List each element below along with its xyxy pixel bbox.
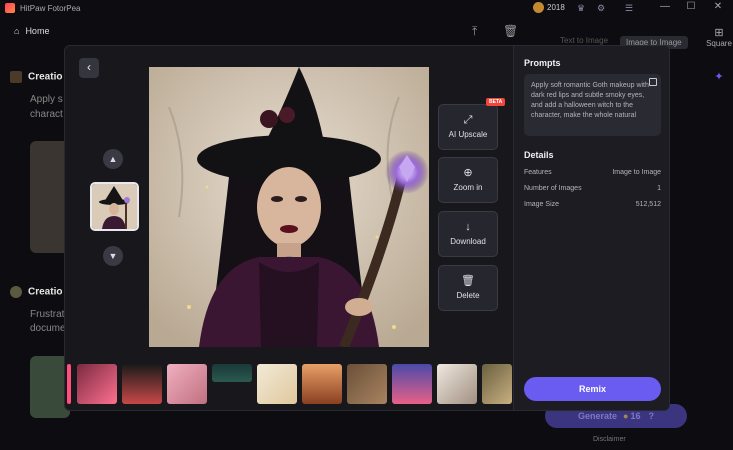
trash-icon: 🗑 (461, 275, 475, 287)
beta-badge: BETA (486, 98, 506, 106)
chevron-down-icon: ▼ (108, 251, 118, 261)
bg-card-title-2: Creatio (10, 286, 70, 298)
bg-card-sub-1: Apply s (30, 94, 63, 105)
upload-icon[interactable]: ⤒ (472, 24, 477, 39)
home-icon: ⌂ (14, 26, 20, 36)
close-icon[interactable]: ✕ (711, 1, 725, 12)
download-label: Download (450, 237, 486, 246)
thumbnail-strip[interactable] (65, 362, 513, 406)
next-image-button[interactable]: ▼ (103, 246, 123, 266)
expand-icon: ⤢ (463, 114, 473, 126)
witch-portrait-image (149, 67, 429, 347)
zoom-in-label: Zoom in (453, 183, 483, 192)
main-preview-image (149, 67, 429, 347)
square-nav[interactable]: ⊞ Square (705, 26, 733, 48)
bg-card-sub-4: docume (30, 323, 66, 334)
menu-icon[interactable]: ☰ (624, 3, 634, 13)
square-label: Square (706, 39, 732, 48)
strip-thumb-3[interactable] (167, 364, 207, 404)
home-label: Home (25, 26, 50, 36)
prev-image-button[interactable]: ▲ (103, 149, 123, 169)
bg-card-sub-3: Frustrat (30, 309, 65, 320)
detail-row-count: Number of Images 1 (524, 185, 661, 192)
strip-thumb-6[interactable] (302, 364, 342, 404)
prompt-text-box: Apply soft romantic Goth makeup with dar… (524, 74, 661, 136)
ai-upscale-button[interactable]: ⤢ AI Upscale (438, 104, 498, 150)
zoom-in-button[interactable]: ⊕ Zoom in (438, 157, 498, 203)
maximize-icon[interactable]: ☐ (684, 1, 698, 12)
remix-button[interactable]: Remix (524, 377, 661, 401)
strip-thumb-0[interactable] (67, 364, 71, 404)
grid-icon: ⊞ (714, 27, 724, 39)
details-panel: Prompts Apply soft romantic Goth makeup … (513, 46, 669, 410)
prompts-title: Prompts (524, 58, 561, 68)
crown-icon[interactable]: ♛ (576, 3, 586, 13)
copy-icon[interactable] (649, 78, 657, 86)
strip-thumb-9[interactable] (437, 364, 477, 404)
download-icon: ↓ (465, 221, 471, 233)
tab-text-to-image[interactable]: Text to Image (560, 36, 608, 45)
card-thumb-icon (10, 286, 22, 298)
strip-thumb-2[interactable] (122, 364, 162, 404)
app-title: HitPaw FotorPea (20, 3, 81, 13)
strip-thumb-7[interactable] (347, 364, 387, 404)
trash-icon[interactable]: 🗑 (503, 24, 518, 38)
coin-icon (533, 2, 544, 13)
strip-thumb-5[interactable] (257, 364, 297, 404)
selected-thumbnail[interactable] (90, 182, 139, 231)
coin-cost-icon: ● (623, 411, 629, 421)
strip-thumb-8[interactable] (392, 364, 432, 404)
generate-side-icon[interactable]: ✦ (705, 70, 733, 83)
delete-label: Delete (456, 291, 480, 300)
prompt-text: Apply soft romantic Goth makeup with dar… (531, 82, 649, 119)
delete-button[interactable]: 🗑 Delete (438, 265, 498, 311)
app-window: HitPaw FotorPea 2018 ♛ ⚙ ☰ — ☐ ✕ ⌂ Home … (0, 0, 733, 450)
chevron-left-icon: ‹ (87, 60, 91, 74)
zoom-in-icon: ⊕ (463, 167, 473, 179)
image-preview-modal: ‹ ▲ ▼ ⤢ AI Upscale BETA ⊕ Zoom in ↓ Down… (64, 45, 670, 411)
coin-balance[interactable]: 2018 (533, 2, 565, 13)
strip-thumb-1[interactable] (77, 364, 117, 404)
details-title: Details (524, 150, 554, 160)
download-button[interactable]: ↓ Download (438, 211, 498, 257)
bg-card-title-1: Creatio (10, 71, 70, 83)
settings-icon[interactable]: ⚙ (596, 3, 606, 13)
minimize-icon[interactable]: — (658, 1, 672, 12)
ai-upscale-label: AI Upscale (448, 130, 488, 139)
card-thumb-icon (10, 71, 22, 83)
strip-thumb-10[interactable] (482, 364, 512, 404)
thumbnail-image (92, 184, 137, 229)
bg-card-sub-2: charact (30, 109, 63, 120)
coin-count: 2018 (547, 3, 565, 12)
app-logo-icon (5, 3, 15, 13)
disclaimer-link[interactable]: Disclaimer (593, 436, 626, 443)
help-icon[interactable]: ? (648, 411, 654, 421)
home-nav[interactable]: ⌂ Home (14, 26, 49, 36)
detail-row-size: Image Size 512,512 (524, 201, 661, 208)
strip-thumb-4[interactable] (212, 364, 252, 382)
detail-row-features: Features Image to Image (524, 169, 661, 176)
back-button[interactable]: ‹ (79, 58, 99, 78)
chevron-up-icon: ▲ (108, 154, 118, 164)
